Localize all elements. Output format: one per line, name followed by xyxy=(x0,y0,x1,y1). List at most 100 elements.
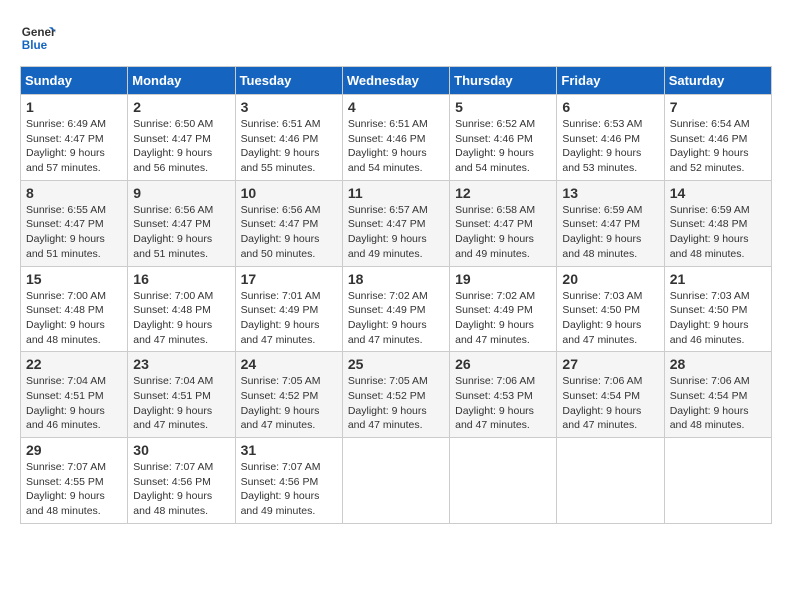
day-info: Sunrise: 7:05 AMSunset: 4:52 PMDaylight:… xyxy=(241,374,337,433)
day-info: Sunrise: 6:56 AMSunset: 4:47 PMDaylight:… xyxy=(241,203,337,262)
column-header-friday: Friday xyxy=(557,67,664,95)
page-header: General Blue xyxy=(20,20,772,56)
day-info: Sunrise: 6:52 AMSunset: 4:46 PMDaylight:… xyxy=(455,117,551,176)
day-info: Sunrise: 7:06 AMSunset: 4:53 PMDaylight:… xyxy=(455,374,551,433)
day-info: Sunrise: 6:56 AMSunset: 4:47 PMDaylight:… xyxy=(133,203,229,262)
calendar-cell: 27 Sunrise: 7:06 AMSunset: 4:54 PMDaylig… xyxy=(557,352,664,438)
day-number: 25 xyxy=(348,356,444,372)
day-number: 7 xyxy=(670,99,766,115)
calendar-cell: 1 Sunrise: 6:49 AMSunset: 4:47 PMDayligh… xyxy=(21,95,128,181)
day-number: 18 xyxy=(348,271,444,287)
day-number: 24 xyxy=(241,356,337,372)
day-info: Sunrise: 7:00 AMSunset: 4:48 PMDaylight:… xyxy=(26,289,122,348)
calendar-cell: 21 Sunrise: 7:03 AMSunset: 4:50 PMDaylig… xyxy=(664,266,771,352)
calendar-cell xyxy=(664,438,771,524)
day-info: Sunrise: 7:07 AMSunset: 4:55 PMDaylight:… xyxy=(26,460,122,519)
day-info: Sunrise: 7:07 AMSunset: 4:56 PMDaylight:… xyxy=(133,460,229,519)
day-info: Sunrise: 7:04 AMSunset: 4:51 PMDaylight:… xyxy=(133,374,229,433)
calendar-cell xyxy=(557,438,664,524)
calendar-cell: 3 Sunrise: 6:51 AMSunset: 4:46 PMDayligh… xyxy=(235,95,342,181)
day-number: 20 xyxy=(562,271,658,287)
calendar-cell: 31 Sunrise: 7:07 AMSunset: 4:56 PMDaylig… xyxy=(235,438,342,524)
calendar-cell: 19 Sunrise: 7:02 AMSunset: 4:49 PMDaylig… xyxy=(450,266,557,352)
calendar-cell: 26 Sunrise: 7:06 AMSunset: 4:53 PMDaylig… xyxy=(450,352,557,438)
calendar-week-2: 8 Sunrise: 6:55 AMSunset: 4:47 PMDayligh… xyxy=(21,180,772,266)
calendar-cell: 5 Sunrise: 6:52 AMSunset: 4:46 PMDayligh… xyxy=(450,95,557,181)
calendar-cell xyxy=(450,438,557,524)
calendar-week-4: 22 Sunrise: 7:04 AMSunset: 4:51 PMDaylig… xyxy=(21,352,772,438)
day-number: 29 xyxy=(26,442,122,458)
column-header-monday: Monday xyxy=(128,67,235,95)
calendar-cell: 25 Sunrise: 7:05 AMSunset: 4:52 PMDaylig… xyxy=(342,352,449,438)
day-number: 11 xyxy=(348,185,444,201)
calendar-cell: 7 Sunrise: 6:54 AMSunset: 4:46 PMDayligh… xyxy=(664,95,771,181)
day-number: 1 xyxy=(26,99,122,115)
day-info: Sunrise: 7:03 AMSunset: 4:50 PMDaylight:… xyxy=(562,289,658,348)
day-info: Sunrise: 6:55 AMSunset: 4:47 PMDaylight:… xyxy=(26,203,122,262)
calendar-cell: 24 Sunrise: 7:05 AMSunset: 4:52 PMDaylig… xyxy=(235,352,342,438)
calendar-table: SundayMondayTuesdayWednesdayThursdayFrid… xyxy=(20,66,772,524)
calendar-header-row: SundayMondayTuesdayWednesdayThursdayFrid… xyxy=(21,67,772,95)
day-number: 27 xyxy=(562,356,658,372)
day-info: Sunrise: 6:54 AMSunset: 4:46 PMDaylight:… xyxy=(670,117,766,176)
day-info: Sunrise: 7:02 AMSunset: 4:49 PMDaylight:… xyxy=(455,289,551,348)
calendar-cell: 22 Sunrise: 7:04 AMSunset: 4:51 PMDaylig… xyxy=(21,352,128,438)
calendar-cell: 15 Sunrise: 7:00 AMSunset: 4:48 PMDaylig… xyxy=(21,266,128,352)
calendar-week-3: 15 Sunrise: 7:00 AMSunset: 4:48 PMDaylig… xyxy=(21,266,772,352)
day-number: 8 xyxy=(26,185,122,201)
day-info: Sunrise: 6:49 AMSunset: 4:47 PMDaylight:… xyxy=(26,117,122,176)
calendar-cell: 16 Sunrise: 7:00 AMSunset: 4:48 PMDaylig… xyxy=(128,266,235,352)
day-number: 2 xyxy=(133,99,229,115)
day-number: 10 xyxy=(241,185,337,201)
calendar-cell: 8 Sunrise: 6:55 AMSunset: 4:47 PMDayligh… xyxy=(21,180,128,266)
day-info: Sunrise: 7:00 AMSunset: 4:48 PMDaylight:… xyxy=(133,289,229,348)
day-number: 19 xyxy=(455,271,551,287)
calendar-cell: 10 Sunrise: 6:56 AMSunset: 4:47 PMDaylig… xyxy=(235,180,342,266)
day-info: Sunrise: 7:07 AMSunset: 4:56 PMDaylight:… xyxy=(241,460,337,519)
calendar-cell: 9 Sunrise: 6:56 AMSunset: 4:47 PMDayligh… xyxy=(128,180,235,266)
day-number: 12 xyxy=(455,185,551,201)
calendar-cell: 29 Sunrise: 7:07 AMSunset: 4:55 PMDaylig… xyxy=(21,438,128,524)
day-info: Sunrise: 6:57 AMSunset: 4:47 PMDaylight:… xyxy=(348,203,444,262)
column-header-saturday: Saturday xyxy=(664,67,771,95)
calendar-cell: 20 Sunrise: 7:03 AMSunset: 4:50 PMDaylig… xyxy=(557,266,664,352)
calendar-week-5: 29 Sunrise: 7:07 AMSunset: 4:55 PMDaylig… xyxy=(21,438,772,524)
column-header-wednesday: Wednesday xyxy=(342,67,449,95)
day-number: 30 xyxy=(133,442,229,458)
calendar-cell: 4 Sunrise: 6:51 AMSunset: 4:46 PMDayligh… xyxy=(342,95,449,181)
calendar-cell xyxy=(342,438,449,524)
logo: General Blue xyxy=(20,20,56,56)
logo-icon: General Blue xyxy=(20,20,56,56)
calendar-cell: 13 Sunrise: 6:59 AMSunset: 4:47 PMDaylig… xyxy=(557,180,664,266)
day-number: 23 xyxy=(133,356,229,372)
day-number: 14 xyxy=(670,185,766,201)
day-number: 6 xyxy=(562,99,658,115)
day-info: Sunrise: 7:06 AMSunset: 4:54 PMDaylight:… xyxy=(562,374,658,433)
day-info: Sunrise: 7:03 AMSunset: 4:50 PMDaylight:… xyxy=(670,289,766,348)
day-number: 28 xyxy=(670,356,766,372)
day-number: 16 xyxy=(133,271,229,287)
calendar-cell: 6 Sunrise: 6:53 AMSunset: 4:46 PMDayligh… xyxy=(557,95,664,181)
day-info: Sunrise: 6:58 AMSunset: 4:47 PMDaylight:… xyxy=(455,203,551,262)
day-number: 9 xyxy=(133,185,229,201)
day-number: 21 xyxy=(670,271,766,287)
calendar-cell: 14 Sunrise: 6:59 AMSunset: 4:48 PMDaylig… xyxy=(664,180,771,266)
day-info: Sunrise: 7:02 AMSunset: 4:49 PMDaylight:… xyxy=(348,289,444,348)
calendar-cell: 17 Sunrise: 7:01 AMSunset: 4:49 PMDaylig… xyxy=(235,266,342,352)
day-info: Sunrise: 6:53 AMSunset: 4:46 PMDaylight:… xyxy=(562,117,658,176)
day-info: Sunrise: 6:51 AMSunset: 4:46 PMDaylight:… xyxy=(348,117,444,176)
day-info: Sunrise: 6:59 AMSunset: 4:48 PMDaylight:… xyxy=(670,203,766,262)
day-number: 17 xyxy=(241,271,337,287)
calendar-body: 1 Sunrise: 6:49 AMSunset: 4:47 PMDayligh… xyxy=(21,95,772,524)
day-info: Sunrise: 6:51 AMSunset: 4:46 PMDaylight:… xyxy=(241,117,337,176)
day-number: 26 xyxy=(455,356,551,372)
day-info: Sunrise: 6:50 AMSunset: 4:47 PMDaylight:… xyxy=(133,117,229,176)
calendar-cell: 28 Sunrise: 7:06 AMSunset: 4:54 PMDaylig… xyxy=(664,352,771,438)
svg-text:Blue: Blue xyxy=(22,39,48,52)
day-info: Sunrise: 7:06 AMSunset: 4:54 PMDaylight:… xyxy=(670,374,766,433)
day-number: 4 xyxy=(348,99,444,115)
day-number: 31 xyxy=(241,442,337,458)
day-info: Sunrise: 6:59 AMSunset: 4:47 PMDaylight:… xyxy=(562,203,658,262)
column-header-tuesday: Tuesday xyxy=(235,67,342,95)
column-header-sunday: Sunday xyxy=(21,67,128,95)
